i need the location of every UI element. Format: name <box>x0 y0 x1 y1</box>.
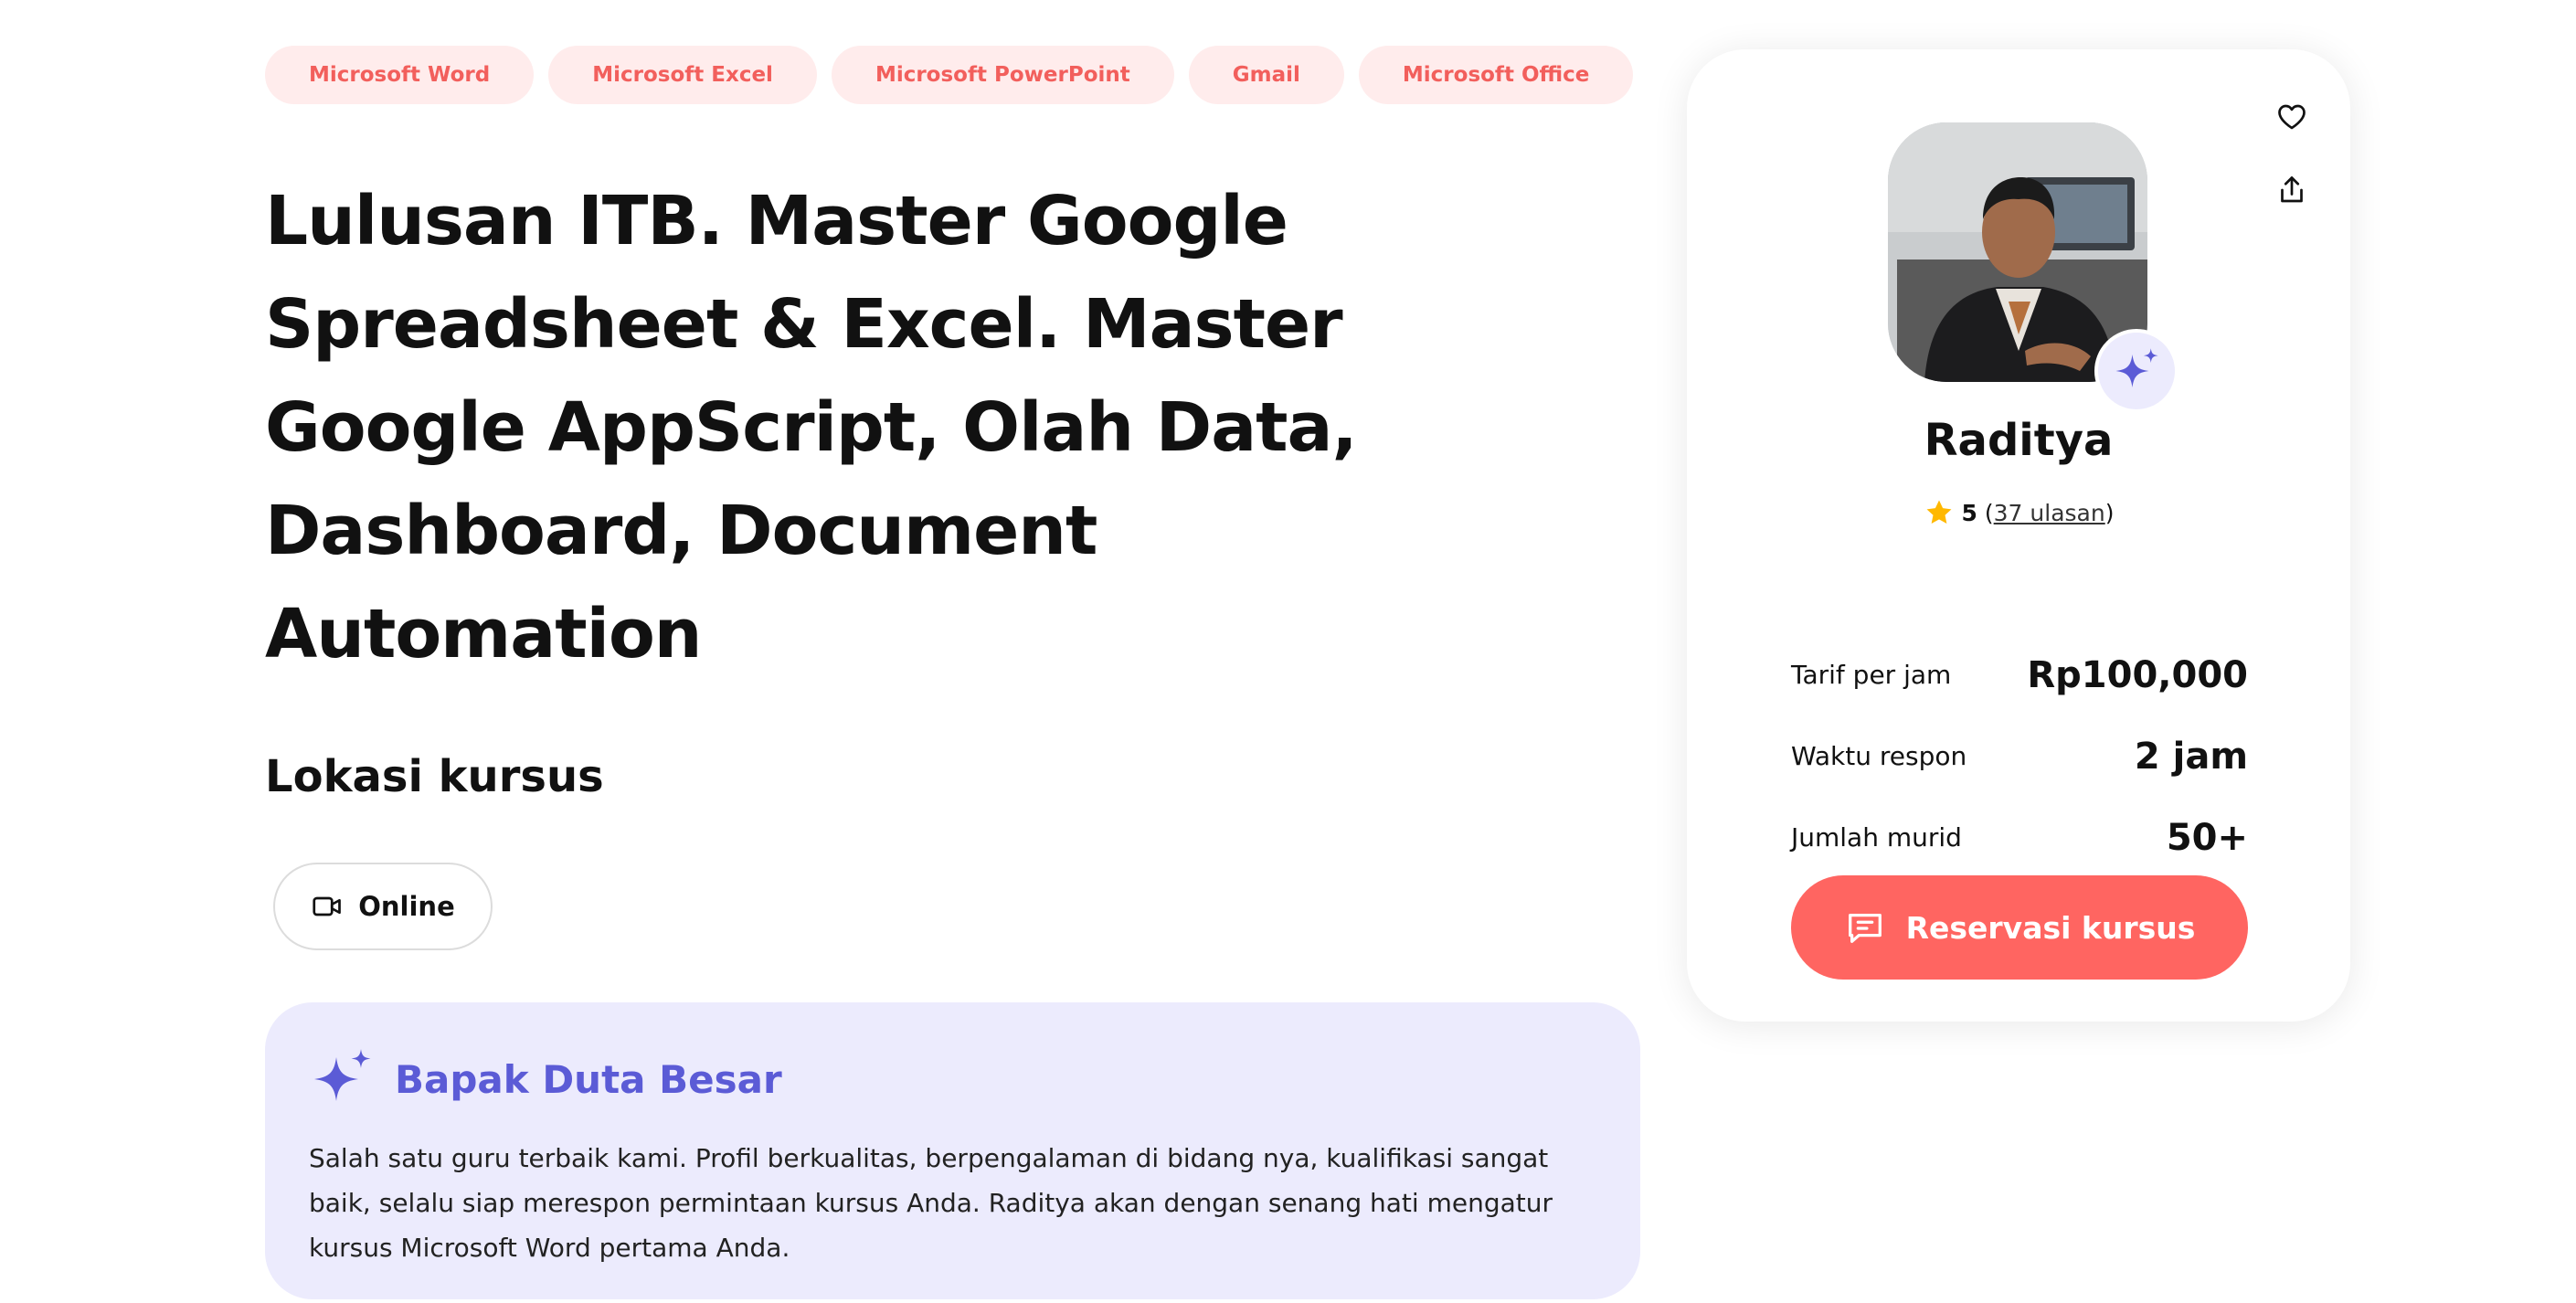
video-camera-icon <box>313 896 342 916</box>
ambassador-badge <box>2094 329 2178 413</box>
location-heading: Lokasi kursus <box>265 751 604 802</box>
sparkle-icon <box>314 1049 371 1101</box>
star-icon <box>1926 500 1951 524</box>
tag-microsoft-word[interactable]: Microsoft Word <box>265 46 535 104</box>
rating-close-paren: ) <box>2104 499 2115 526</box>
reviews-link[interactable]: 37 ulasan <box>1994 500 2105 526</box>
stat-row-rate: Tarif per jam Rp100,000 <box>1791 634 2248 715</box>
tag-microsoft-excel[interactable]: Microsoft Excel <box>548 46 817 104</box>
stat-value: 50+ <box>2166 816 2248 859</box>
chat-bubble-icon <box>1848 913 1882 943</box>
share-icon <box>2281 176 2303 203</box>
sparkle-icon <box>2115 348 2158 387</box>
stat-row-students: Jumlah murid 50+ <box>1791 797 2248 878</box>
ambassador-description: Salah satu guru terbaik kami. Profil ber… <box>309 1143 1553 1263</box>
ambassador-panel: Bapak Duta Besar Salah satu guru terbaik… <box>265 1002 1640 1299</box>
tag-microsoft-office[interactable]: Microsoft Office <box>1358 46 1634 104</box>
book-course-button[interactable]: Reservasi kursus <box>1791 875 2248 980</box>
stat-value: Rp100,000 <box>2027 653 2248 696</box>
tutor-name: Raditya <box>1924 415 2114 466</box>
favorite-button[interactable] <box>2266 91 2317 143</box>
book-course-label: Reservasi kursus <box>1905 909 2196 946</box>
stat-label: Waktu respon <box>1791 741 1967 771</box>
stat-label: Tarif per jam <box>1791 660 1952 690</box>
heart-icon <box>2278 104 2306 130</box>
stat-label: Jumlah murid <box>1791 822 1962 853</box>
tutor-stats: Tarif per jam Rp100,000 Waktu respon 2 j… <box>1791 634 2248 878</box>
online-label: Online <box>358 891 455 922</box>
ambassador-header: Bapak Duta Besar <box>309 1043 1596 1116</box>
online-location-chip[interactable]: Online <box>273 863 493 950</box>
stat-value: 2 jam <box>2134 735 2248 778</box>
tag-microsoft-powerpoint[interactable]: Microsoft PowerPoint <box>831 46 1174 104</box>
listing-title: Lulusan ITB. Master Google Spreadsheet &… <box>265 182 1358 673</box>
tag-gmail[interactable]: Gmail <box>1188 46 1344 104</box>
subject-tags: Microsoft Word Microsoft Excel Microsoft… <box>265 46 1634 104</box>
rating: 5 (37 ulasan) <box>1687 497 2350 528</box>
stat-row-response-time: Waktu respon 2 jam <box>1791 715 2248 797</box>
tutor-card: Raditya 5 (37 ulasan) Tarif per jam Rp10… <box>1687 49 2350 1022</box>
ambassador-title: Bapak Duta Besar <box>395 1056 782 1102</box>
rating-score: 5 <box>1961 499 1977 526</box>
rating-open-paren: ( <box>1977 499 1994 526</box>
share-button[interactable] <box>2266 164 2317 216</box>
